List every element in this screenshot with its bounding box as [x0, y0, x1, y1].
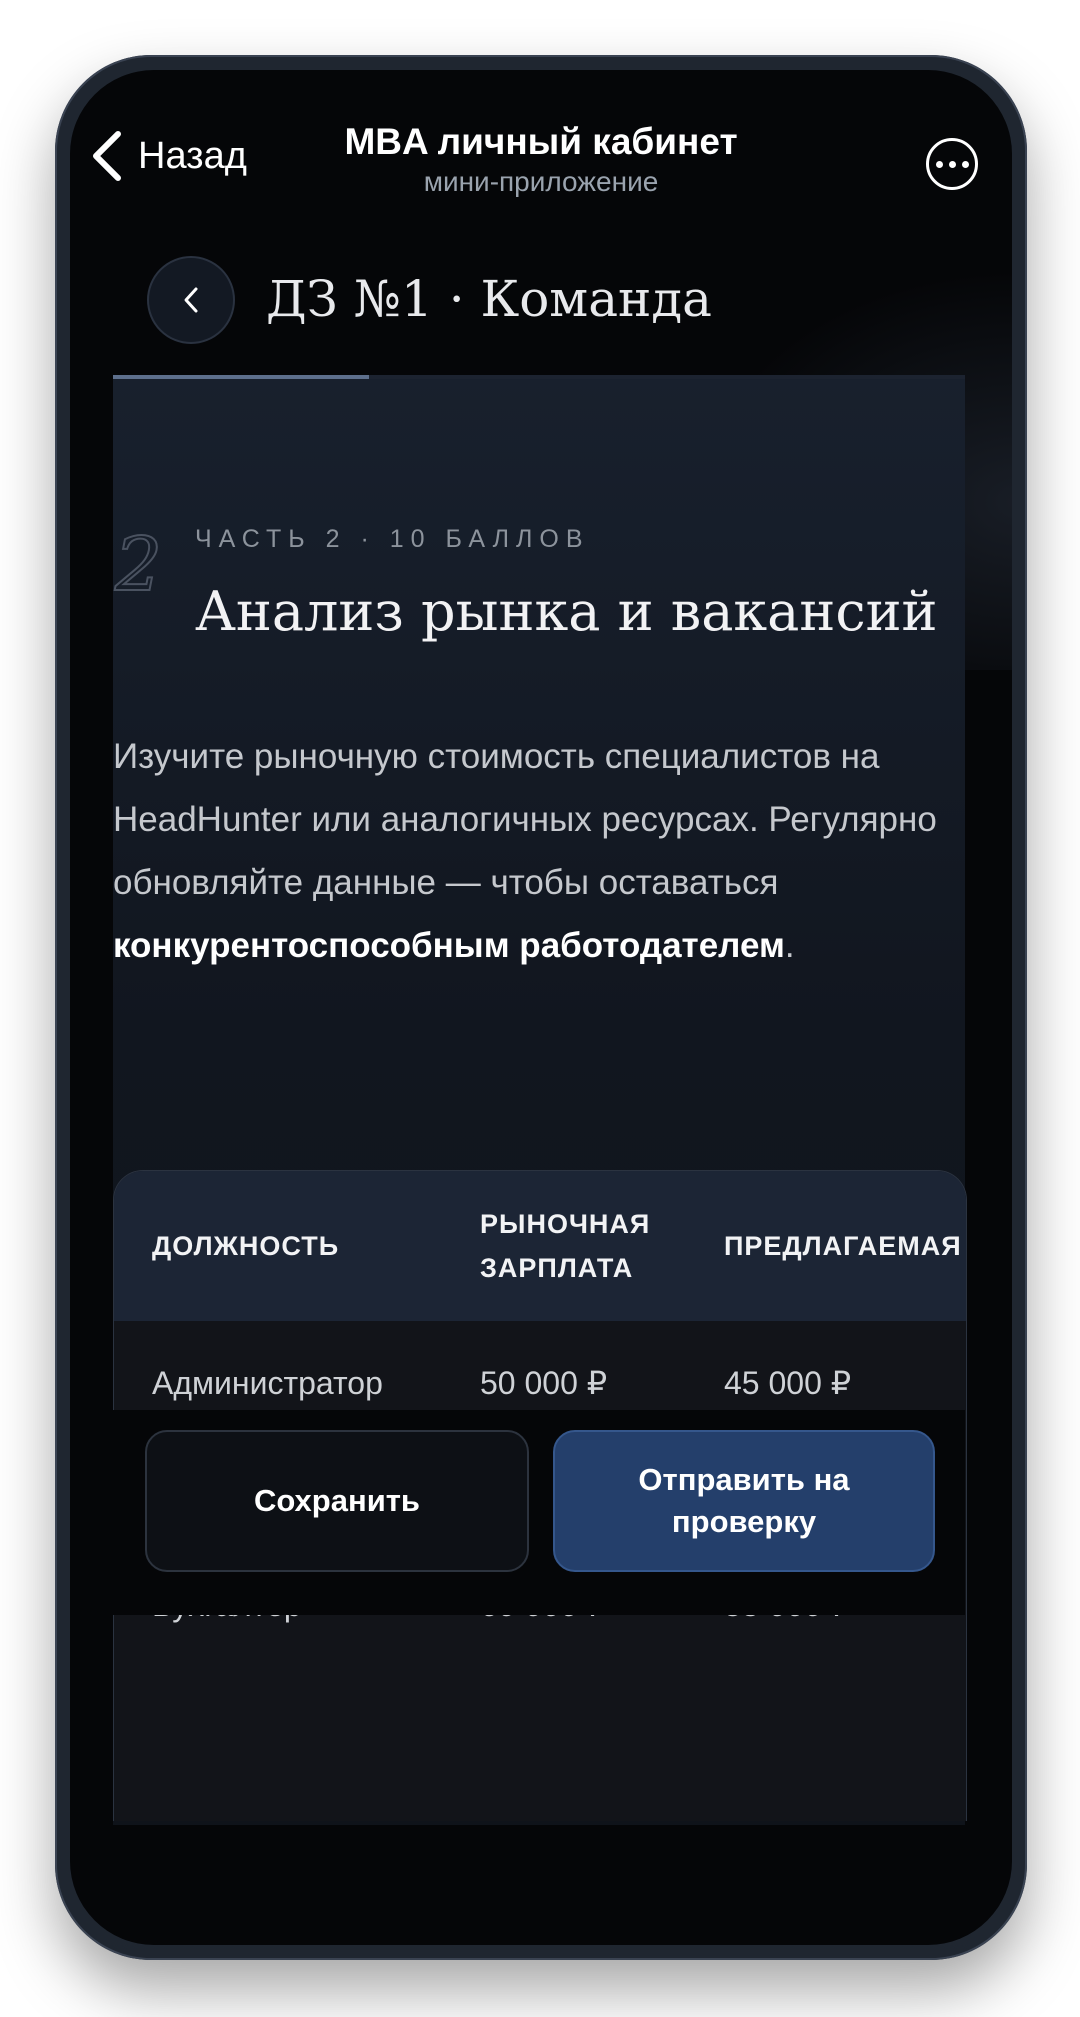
header-position: ДОЛЖНОСТЬ: [152, 1231, 340, 1261]
chevron-left-icon: [184, 287, 198, 313]
page-title: ДЗ №1 · Команда: [266, 270, 712, 328]
submit-label: Отправить на проверку: [638, 1462, 850, 1539]
more-dot-icon: [948, 160, 956, 168]
app-screen: Назад MBA личный кабинет мини-приложение…: [70, 70, 1012, 1945]
page-back-button[interactable]: [147, 256, 235, 344]
intro-text: Изучите рыночную стоимость специалистов …: [113, 737, 937, 902]
progress-track: [113, 375, 965, 379]
table-row: [114, 1765, 966, 1821]
section-intro: Изучите рыночную стоимость специалистов …: [113, 725, 953, 977]
header-offered-salary: ПРЕДЛАГАЕМАЯ: [724, 1231, 962, 1261]
nav-titles: MBA личный кабинет мини-приложение: [70, 120, 1012, 200]
header-market-salary: РЫНОЧНАЯ ЗАРПЛАТА: [480, 1209, 651, 1283]
app-title: MBA личный кабинет: [344, 121, 738, 162]
action-bar: Сохранить Отправить на проверку: [113, 1410, 965, 1615]
cell-position: Администратор: [152, 1365, 383, 1401]
part-kicker: ЧАСТЬ 2 · 10 БАЛЛОВ: [195, 525, 590, 553]
submit-for-review-button[interactable]: Отправить на проверку: [553, 1430, 935, 1572]
app-subtitle: мини-приложение: [423, 166, 659, 197]
more-dot-icon: [935, 160, 943, 168]
save-button[interactable]: Сохранить: [145, 1430, 529, 1572]
more-options-button[interactable]: [926, 138, 978, 190]
table-header: ДОЛЖНОСТЬ РЫНОЧНАЯ ЗАРПЛАТА ПРЕДЛАГАЕМАЯ: [114, 1171, 966, 1323]
intro-end: .: [784, 926, 795, 965]
intro-emphasis: конкурентоспособным работодателем: [113, 926, 785, 965]
more-dot-icon: [961, 160, 969, 168]
phone-frame: Назад MBA личный кабинет мини-приложение…: [55, 55, 1027, 1960]
cell-offered-salary: 45 000 ₽: [724, 1365, 852, 1401]
progress-fill: [113, 375, 369, 379]
part-number: 2: [114, 522, 163, 608]
section-heading: Анализ рынка и вакансий: [195, 580, 938, 643]
cell-market-salary: 50 000 ₽: [480, 1365, 608, 1401]
